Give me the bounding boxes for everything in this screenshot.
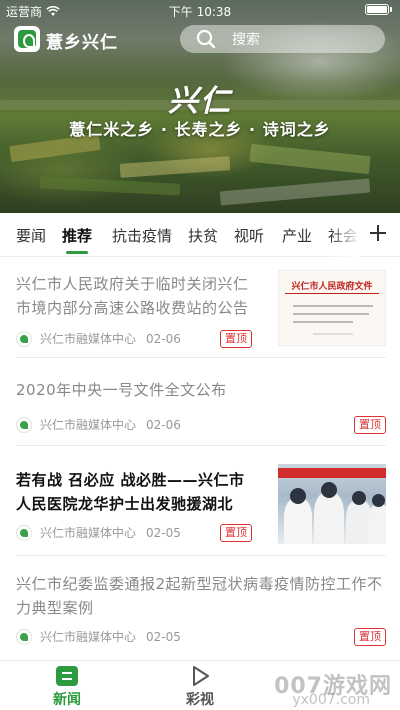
news-item[interactable]: 若有战 召必应 战必胜——兴仁市人民医院龙华护士出发驰援湖北 兴仁市融媒体中心 … [16,446,386,556]
news-meta: 兴仁市融媒体中心 02-06 [16,330,181,347]
play-icon [193,666,209,686]
news-icon [56,666,78,686]
channel-tabs-scroll[interactable]: 要闻 推荐 抗击疫情 扶贫 视听 产业 社会 [0,213,360,257]
news-thumbnail: 兴仁市人民政府文件 [278,270,386,346]
news-date: 02-05 [146,629,181,644]
tab-kangji-yiqing[interactable]: 抗击疫情 [112,225,172,246]
pinned-badge: 置顶 [354,628,386,646]
tab-yaowen[interactable]: 要闻 [16,225,46,246]
news-title: 兴仁市纪委监委通报2起新型冠状病毒疫情防控工作不力典型案例 [16,575,383,617]
news-source: 兴仁市融媒体中心 [40,526,137,540]
nav-news-label: 新闻 [53,692,81,708]
news-item[interactable]: 兴仁市纪委监委通报2起新型冠状病毒疫情防控工作不力典型案例 兴仁市融媒体中心 0… [16,556,386,660]
search-bar[interactable]: 搜索 [180,25,385,53]
nav-video[interactable]: 彩视 [170,665,230,709]
hero-calligraphy: 兴仁 [168,84,232,119]
add-channel-icon[interactable] [366,221,390,245]
thumbnail-doc-header: 兴仁市人民政府文件 [291,282,373,292]
tab-fupin[interactable]: 扶贫 [188,225,218,246]
channel-tabs: 要闻 推荐 抗击疫情 扶贫 视听 产业 社会 [0,213,400,257]
search-placeholder: 搜索 [232,32,260,48]
tab-chanye[interactable]: 产业 [282,225,312,246]
pinned-badge: 置顶 [220,524,252,542]
app-name: 薏乡兴仁 [46,33,118,53]
nav-video-label: 彩视 [186,692,214,708]
app-logo-icon [14,26,40,52]
news-source: 兴仁市融媒体中心 [40,630,137,644]
search-icon [196,29,216,49]
news-meta: 兴仁市融媒体中心 02-05 [16,628,181,645]
news-source: 兴仁市融媒体中心 [40,418,137,432]
news-meta: 兴仁市融媒体中心 02-06 [16,416,181,433]
news-thumbnail [278,464,386,544]
news-title: 兴仁市人民政府关于临时关闭兴仁市境内部分高速公路收费站的公告 [16,275,249,317]
news-date: 02-06 [146,417,181,432]
source-logo-icon [16,628,32,645]
status-bar: 运营商 下午 10:38 [0,0,400,20]
hero-banner[interactable]: 运营商 下午 10:38 薏乡兴仁 搜索 兴仁 薏仁米之乡 · 长寿之乡 · 诗… [0,0,400,213]
nav-news[interactable]: 新闻 [37,665,97,709]
news-meta: 兴仁市融媒体中心 02-05 [16,524,181,541]
status-time: 下午 10:38 [168,5,232,19]
battery-icon [365,4,392,15]
news-title: 2020年中央一号文件全文公布 [16,381,227,399]
app-bar: 薏乡兴仁 搜索 [0,24,400,56]
news-source: 兴仁市融媒体中心 [40,332,137,346]
tab-tuijian[interactable]: 推荐 [62,225,92,254]
news-title: 若有战 召必应 战必胜——兴仁市人民医院龙华护士出发驰援湖北 [16,471,245,513]
pinned-badge: 置顶 [354,416,386,434]
source-logo-icon [16,416,32,433]
source-logo-icon [16,524,32,541]
news-item[interactable]: 2020年中央一号文件全文公布 兴仁市融媒体中心 02-06 置顶 [16,358,386,446]
news-item[interactable]: 兴仁市人民政府关于临时关闭兴仁市境内部分高速公路收费站的公告 兴仁市融媒体中心 … [16,258,386,358]
watermark-url: yx007.com [292,692,370,708]
source-logo-icon [16,330,32,347]
news-date: 02-05 [146,525,181,540]
tabs-fade [330,213,360,257]
pinned-badge: 置顶 [220,330,252,348]
news-date: 02-06 [146,331,181,346]
hero-slogan: 薏仁米之乡 · 长寿之乡 · 诗词之乡 [69,120,331,139]
tab-shiting[interactable]: 视听 [234,225,264,246]
